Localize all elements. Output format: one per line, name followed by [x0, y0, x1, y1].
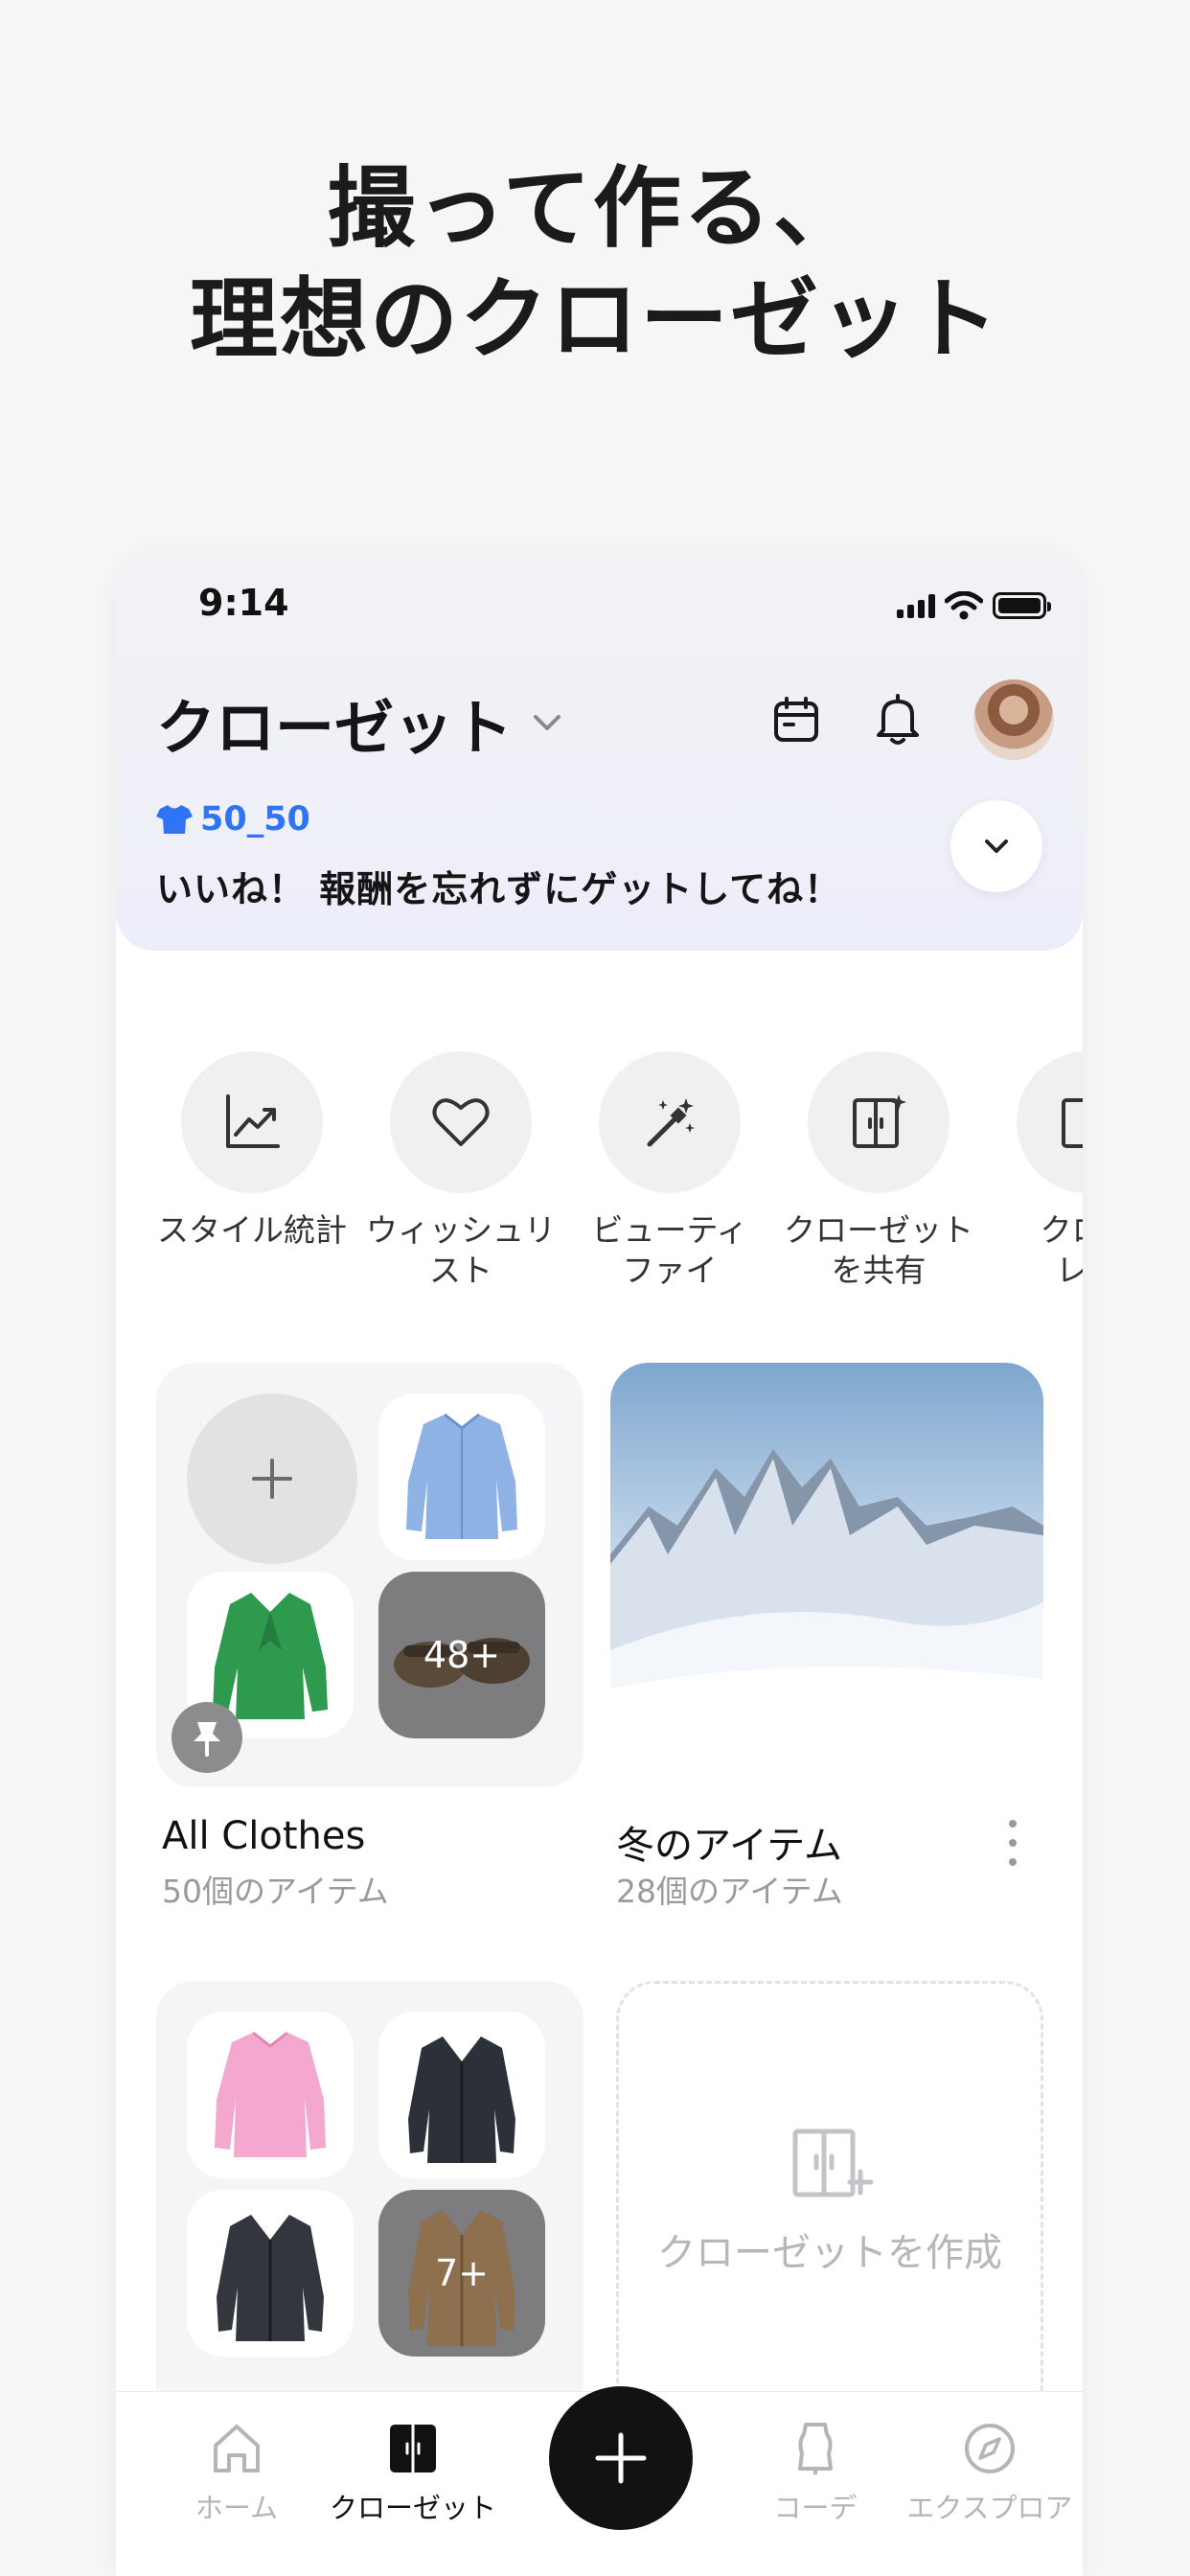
quick-actions: スタイル統計 ウィッシュリ スト ビューティ ファイ クローゼット を共有 ク …: [156, 1051, 1083, 1291]
bottom-tab-bar: ホーム クローゼット コーデ エクスプロア: [116, 2386, 1083, 2576]
chevron-down-icon: [985, 840, 1008, 853]
chevron-down-icon: [534, 715, 561, 730]
battery-icon: [993, 592, 1051, 619]
more-items-count: 7+: [434, 2252, 490, 2294]
tab-closet[interactable]: クローゼット: [327, 2421, 499, 2526]
closet-add-icon: [792, 2128, 874, 2197]
phone-screen: 9:14 クローゼット 50_50 いいね！ 報酬を忘れずにゲットしてね！ スタ…: [116, 553, 1083, 2576]
quick-action-style-stats[interactable]: スタイル統計: [156, 1051, 348, 1291]
promo-headline: 撮って作る、 理想のクローゼット: [0, 153, 1190, 376]
avatar[interactable]: [973, 679, 1054, 760]
tshirt-icon: [156, 805, 193, 834]
closet-item-count: 50個のアイテム: [162, 1873, 389, 1910]
more-items-thumbnail[interactable]: 48+: [378, 1572, 545, 1738]
pink-shirt-icon: [215, 2031, 326, 2157]
status-icons: [897, 591, 1051, 620]
closet-review-icon: [1062, 1098, 1083, 1148]
qa-icon-bg: [808, 1051, 950, 1193]
qa-icon-bg: [181, 1051, 323, 1193]
wifi-icon: [945, 591, 983, 620]
quick-action-beautify[interactable]: ビューティ ファイ: [574, 1051, 766, 1291]
tab-explore[interactable]: エクスプロア: [904, 2421, 1076, 2526]
qa-icon-bg: [1017, 1051, 1083, 1193]
closet-selector[interactable]: クローゼット: [156, 679, 566, 766]
add-button[interactable]: [549, 2386, 693, 2530]
pin-icon[interactable]: [172, 1702, 242, 1773]
quick-action-share-closet[interactable]: クローゼット を共有: [783, 1051, 974, 1291]
heart-icon: [432, 1098, 490, 1146]
magic-wand-icon: [647, 1098, 695, 1147]
quick-action-label: ウィッシュリ スト: [366, 1211, 556, 1289]
reward-tag-label: 50_50: [200, 800, 310, 839]
quick-action-label: クローゼット を共有: [784, 1211, 973, 1289]
closet-item-count: 28個のアイテム: [616, 1873, 843, 1910]
tab-label: コーデ: [773, 2492, 858, 2524]
quick-action-label: ビューティ ファイ: [591, 1211, 748, 1289]
more-options-icon[interactable]: [1003, 1816, 1022, 1870]
plus-icon: [595, 2432, 647, 2484]
closet-card-all-clothes[interactable]: 48+: [156, 1363, 584, 1787]
closet-header-area: 9:14 クローゼット 50_50 いいね！ 報酬を忘れずにゲットしてね！: [116, 553, 1083, 951]
create-closet-label: クローゼットを作成: [657, 2231, 1002, 2275]
tab-label: クローゼット: [329, 2492, 496, 2524]
item-thumbnail: [378, 2012, 545, 2178]
tab-outfit[interactable]: コーデ: [729, 2421, 902, 2526]
header-actions: [770, 679, 1054, 760]
reward-tag: 50_50: [156, 800, 310, 839]
plus-icon: [252, 1459, 292, 1499]
headline-line-1: 撮って作る、: [327, 157, 863, 260]
item-thumbnail: [187, 2012, 354, 2178]
blue-shirt-icon: [406, 1413, 517, 1539]
calendar-icon[interactable]: [770, 694, 822, 746]
dark-coat-icon: [217, 2215, 324, 2341]
tab-home[interactable]: ホーム: [150, 2421, 323, 2526]
reward-message: いいね！ 報酬を忘れずにゲットしてね！: [156, 868, 842, 910]
add-fab-container: [528, 2371, 714, 2530]
add-item-button[interactable]: [187, 1393, 357, 1564]
closet-share-icon: [853, 1094, 906, 1148]
more-items-thumbnail[interactable]: 7+: [378, 2190, 545, 2357]
closet-icon: [390, 2425, 436, 2472]
trend-chart-icon: [226, 1094, 280, 1148]
item-thumbnail: [187, 2190, 354, 2357]
expand-button[interactable]: [950, 800, 1042, 892]
closet-name: 冬のアイテム: [616, 1824, 842, 1868]
quick-action-label: スタイル統計: [157, 1211, 347, 1249]
quick-action-closet-review[interactable]: クロー レビ: [992, 1051, 1083, 1291]
closet-title: クローゼット: [156, 693, 514, 763]
create-closet-button[interactable]: クローゼットを作成: [616, 1981, 1043, 2422]
status-time: 9:14: [198, 582, 289, 624]
quick-action-wishlist[interactable]: ウィッシュリ スト: [365, 1051, 557, 1291]
tab-label: エクスプロア: [906, 2492, 1073, 2524]
qa-icon-bg: [599, 1051, 741, 1193]
pushpin-icon: [194, 1722, 220, 1757]
bell-icon[interactable]: [872, 692, 924, 748]
compass-icon: [965, 2424, 1015, 2473]
closet-card-coats[interactable]: 7+: [156, 1981, 584, 2422]
cellular-signal-icon: [897, 593, 935, 618]
qa-icon-bg: [390, 1051, 532, 1193]
quick-action-label: クロー レビ: [1040, 1211, 1084, 1289]
headline-line-2: 理想のクローゼット: [189, 268, 1000, 371]
closet-card-winter[interactable]: [610, 1363, 1043, 1787]
home-icon: [214, 2425, 260, 2472]
item-thumbnail: [378, 1393, 545, 1560]
closet-name: All Clothes: [162, 1814, 366, 1858]
dark-coat-icon: [408, 2036, 515, 2163]
more-items-count: 48+: [423, 1634, 501, 1676]
tab-label: ホーム: [195, 2492, 279, 2524]
dress-form-icon: [798, 2423, 833, 2474]
snow-mountain-image: [610, 1363, 1043, 1787]
